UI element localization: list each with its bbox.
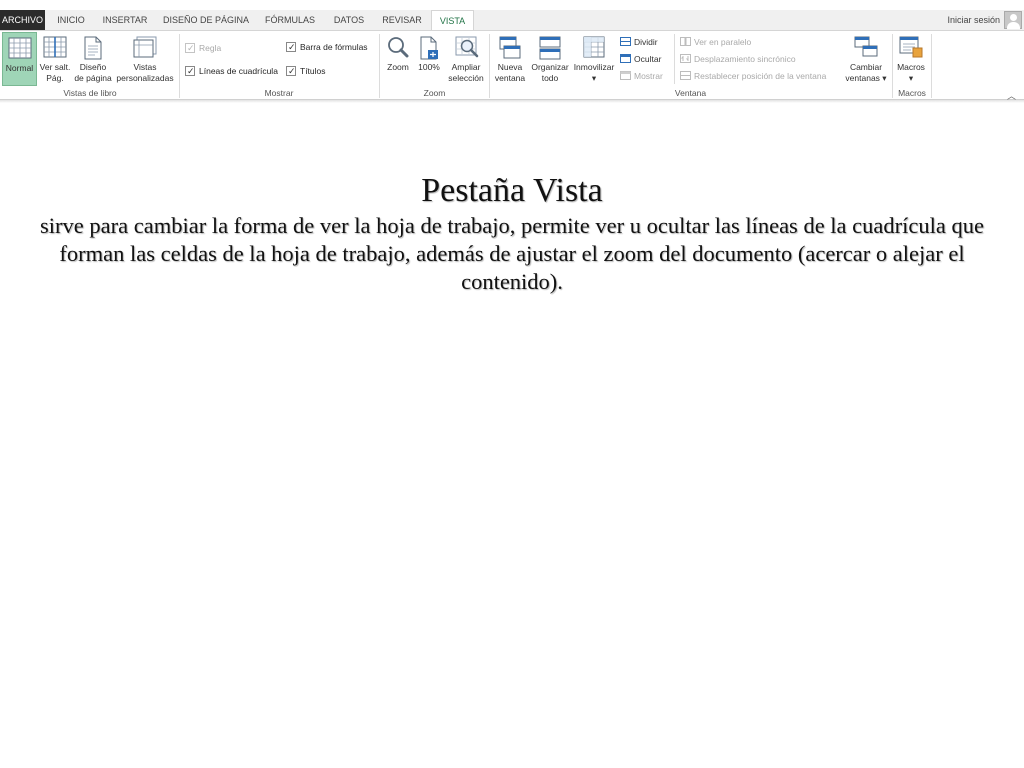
tab-formulas[interactable]: FÓRMULAS <box>260 10 320 30</box>
checkbox-icon <box>185 64 195 78</box>
zoom-100-label: 100% <box>418 62 440 72</box>
hide-window-label: Ocultar <box>634 54 662 64</box>
page-title: Pestaña Vista <box>421 172 603 209</box>
headings-checkbox[interactable]: Títulos <box>286 64 326 78</box>
zoom-to-selection-label: Ampliar selección <box>448 62 484 83</box>
freeze-panes-button[interactable]: Inmovilizar ▾ <box>571 32 617 86</box>
tab-diseno-de-pagina[interactable]: DISEÑO DE PÁGINA <box>158 10 254 30</box>
zoom-selection-icon <box>455 36 479 58</box>
page-layout-view-button[interactable]: Diseño de página <box>72 32 114 86</box>
signin-link[interactable]: Iniciar sesión <box>947 10 1000 30</box>
page-layout-icon <box>84 36 102 60</box>
zoom-100-button[interactable]: 100% <box>414 32 444 86</box>
group-label-macros: Macros <box>898 88 926 98</box>
page-break-view-icon <box>43 36 67 58</box>
split-button[interactable]: Dividir <box>620 35 658 49</box>
formula-bar-label: Barra de fórmulas <box>300 42 368 52</box>
description-text: sirve para cambiar la forma de ver la ho… <box>40 213 984 294</box>
tab-archivo[interactable]: ARCHIVO <box>0 10 45 30</box>
tab-datos[interactable]: DATOS <box>326 10 372 30</box>
normal-view-icon <box>8 37 32 59</box>
new-window-icon <box>499 36 521 59</box>
macros-label: Macros ▾ <box>897 62 925 83</box>
inner-separator <box>674 34 675 84</box>
new-window-button[interactable]: Nueva ventana <box>492 32 528 86</box>
ruler-checkbox[interactable]: Regla <box>185 41 221 55</box>
checkbox-icon <box>286 40 296 54</box>
synchronous-scrolling-button[interactable]: Desplazamiento sincrónico <box>680 52 796 66</box>
macros-icon <box>899 36 923 58</box>
split-icon <box>620 37 631 47</box>
normal-view-button[interactable]: Normal <box>2 32 37 86</box>
synchronous-scrolling-label: Desplazamiento sincrónico <box>694 54 796 64</box>
arrange-all-icon <box>539 36 561 60</box>
arrange-all-button[interactable]: Organizar todo <box>529 32 571 86</box>
gridlines-label: Líneas de cuadrícula <box>199 66 278 76</box>
checkbox-icon <box>286 64 296 78</box>
custom-views-icon <box>133 36 157 58</box>
arrange-all-label: Organizar todo <box>531 62 569 83</box>
ruler-label: Regla <box>199 43 222 53</box>
view-side-by-side-label: Ver en paralelo <box>694 37 752 47</box>
ribbon-vista: Normal Ver salt. Pág. Diseño de página V… <box>0 30 1024 101</box>
zoom-100-icon <box>420 36 438 60</box>
tab-inicio[interactable]: INICIO <box>50 10 92 30</box>
unhide-window-label: Mostrar <box>634 71 663 81</box>
group-label-ventana: Ventana <box>674 88 707 98</box>
zoom-to-selection-button[interactable]: Ampliar selección <box>445 32 487 86</box>
formula-bar-checkbox[interactable]: Barra de fórmulas <box>286 40 368 54</box>
reset-position-icon <box>680 71 691 81</box>
unhide-window-icon <box>620 71 631 81</box>
user-avatar-icon[interactable] <box>1004 11 1022 29</box>
reset-window-position-button[interactable]: Restablecer posición de la ventana <box>680 69 826 83</box>
new-window-label: Nueva ventana <box>494 62 526 83</box>
custom-views-label: Vistas personalizadas <box>116 62 174 83</box>
sync-scroll-icon <box>680 54 691 64</box>
tab-revisar[interactable]: REVISAR <box>378 10 426 30</box>
tab-insertar[interactable]: INSERTAR <box>98 10 152 30</box>
freeze-panes-label: Inmovilizar ▾ <box>573 62 615 83</box>
hide-window-button[interactable]: Ocultar <box>620 52 661 66</box>
page-break-view-label: Ver salt. Pág. <box>39 62 71 83</box>
normal-view-label: Normal <box>5 63 34 73</box>
page-layout-label: Diseño de página <box>74 62 112 83</box>
reset-window-position-label: Restablecer posición de la ventana <box>694 71 827 81</box>
group-separator <box>931 34 932 98</box>
custom-views-button[interactable]: Vistas personalizadas <box>115 32 175 86</box>
page-break-view-button[interactable]: Ver salt. Pág. <box>38 32 72 86</box>
magnifier-icon <box>388 37 409 58</box>
checkbox-icon <box>185 41 195 55</box>
view-side-by-side-button[interactable]: Ver en paralelo <box>680 35 751 49</box>
tab-vista[interactable]: VISTA <box>431 10 474 31</box>
headings-label: Títulos <box>300 66 326 76</box>
group-label-zoom: Zoom <box>423 88 446 98</box>
ribbon-shadow <box>0 100 1024 103</box>
group-label-mostrar: Mostrar <box>264 88 294 98</box>
freeze-panes-icon <box>583 36 605 58</box>
zoom-label: Zoom <box>387 62 409 72</box>
zoom-button[interactable]: Zoom <box>382 32 414 86</box>
switch-windows-label: Cambiar ventanas ▾ <box>845 62 887 83</box>
split-label: Dividir <box>634 37 658 47</box>
macros-button[interactable]: Macros ▾ <box>894 32 928 86</box>
hide-window-icon <box>620 54 631 64</box>
switch-windows-button[interactable]: Cambiar ventanas ▾ <box>841 32 891 86</box>
side-by-side-icon <box>680 37 691 47</box>
ribbon-tab-bar: ARCHIVO INICIO INSERTAR DISEÑO DE PÁGINA… <box>0 10 1024 31</box>
switch-windows-icon <box>854 36 878 57</box>
gridlines-checkbox[interactable]: Líneas de cuadrícula <box>185 64 278 78</box>
group-label-vistas-libro: Vistas de libro <box>63 88 117 98</box>
unhide-window-button[interactable]: Mostrar <box>620 69 663 83</box>
